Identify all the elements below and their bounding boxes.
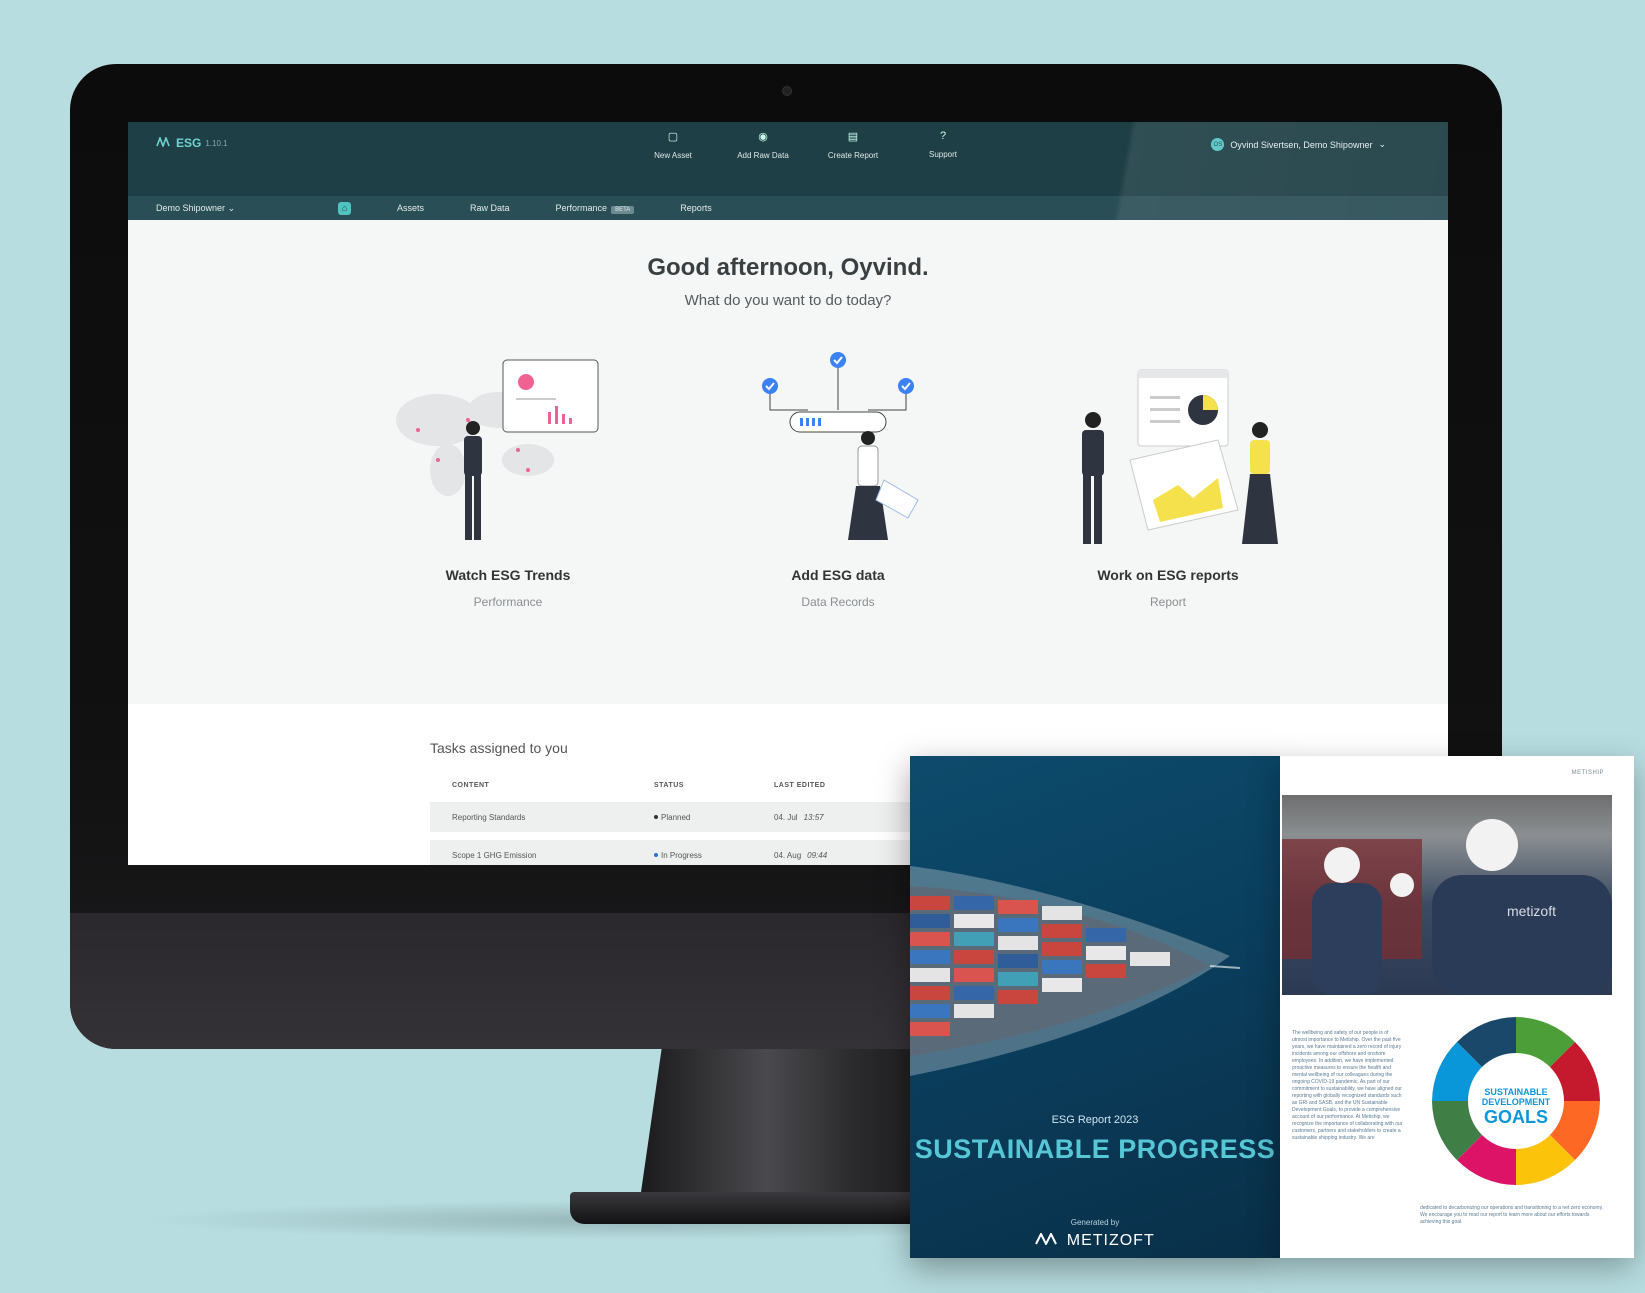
card-subtitle: Performance <box>473 595 543 609</box>
cover-year: ESG Report 2023 <box>1051 1114 1139 1126</box>
tab-reports[interactable]: Reports <box>680 203 712 213</box>
workers-photo: metizoft <box>1282 795 1612 995</box>
trends-illustration <box>396 359 599 540</box>
card-title: Add ESG data <box>791 567 885 583</box>
nav-tabs: ⌂ Assets Raw Data Performance BETA Report… <box>338 201 712 215</box>
card-subtitle: Report <box>1149 595 1187 609</box>
beta-badge: BETA <box>611 206 635 214</box>
home-icon[interactable]: ⌂ <box>338 201 351 215</box>
page-body-text: The wellbeing and safety of our people i… <box>1292 1030 1403 1141</box>
chevron-down-icon: ⌄ <box>227 202 236 213</box>
card-watch-trends[interactable]: Watch ESG Trends Performance <box>358 350 658 609</box>
action-cards: Watch ESG Trends Performance Add ESG dat… <box>358 350 1318 609</box>
add-raw-data-button[interactable]: ◉ Add Raw Data <box>718 130 808 160</box>
uniform-logo: metizoft <box>1506 903 1556 919</box>
page-subtitle: What do you want to do today? <box>684 292 892 309</box>
metizoft-logo-icon <box>1035 1231 1066 1249</box>
row-status: Planned <box>654 813 774 822</box>
greeting: Good afternoon, Oyvind. What do you want… <box>128 254 1448 309</box>
col-content[interactable]: CONTENT <box>430 782 654 789</box>
tab-assets[interactable]: Assets <box>397 203 424 213</box>
brand-logo: METIZOFT <box>910 1231 1280 1250</box>
target-icon: ◉ <box>758 131 768 143</box>
status-text: Planned <box>661 812 691 822</box>
top-bar: ESG 1.10.1 ▢ New Asset ◉ Add Raw Data ▤ … <box>128 122 1448 196</box>
tasks-title: Tasks assigned to you <box>430 740 568 756</box>
time-text: 13:57 <box>803 812 824 822</box>
tab-performance-label: Performance <box>555 203 608 213</box>
cover-title: SUSTAINABLE PROGRESS <box>914 1134 1276 1164</box>
app-screen: ESG 1.10.1 ▢ New Asset ◉ Add Raw Data ▤ … <box>128 122 1448 865</box>
help-icon: ? <box>939 130 947 142</box>
col-status[interactable]: STATUS <box>654 782 774 789</box>
page-header: METISHIP <box>1571 770 1604 776</box>
reports-illustration <box>1082 369 1278 544</box>
support-button[interactable]: ? Support <box>898 130 988 160</box>
page-foot-text: dedicated to decarbonizing our operation… <box>1420 1205 1604 1225</box>
tab-performance[interactable]: Performance BETA <box>555 203 635 214</box>
sdg-line-2: DEVELOPMENT <box>1482 1097 1551 1107</box>
support-label: Support <box>928 150 958 159</box>
nav-bar: Demo Shipowner ⌄ ⌂ Assets Raw Data Perfo… <box>128 196 1448 220</box>
quick-actions: ▢ New Asset ◉ Add Raw Data ▤ Create Repo… <box>628 130 988 160</box>
chevron-down-icon: ⌄ <box>1378 139 1386 149</box>
date-text: 04. Jul <box>774 812 798 822</box>
document-icon: ▤ <box>847 131 859 143</box>
ship-photo <box>910 866 1241 1076</box>
camera-icon <box>782 86 792 96</box>
status-dot <box>654 853 658 858</box>
status-text: In Progress <box>661 850 702 860</box>
new-asset-label: New Asset <box>654 151 692 160</box>
status-dot <box>654 815 658 820</box>
sdg-line-1: SUSTAINABLE <box>1484 1087 1547 1097</box>
metizoft-logo-icon <box>156 135 172 150</box>
create-report-label: Create Report <box>827 151 879 160</box>
version-text: 1.10.1 <box>205 138 228 148</box>
card-work-reports[interactable]: Work on ESG reports Report <box>1018 350 1318 609</box>
avatar: OS <box>1211 138 1225 151</box>
tab-raw-data[interactable]: Raw Data <box>470 203 510 213</box>
row-content: Reporting Standards <box>452 812 526 822</box>
row-content: Scope 1 GHG Emission <box>452 850 537 860</box>
card-title: Watch ESG Trends <box>445 567 571 583</box>
user-name: Oyvind Sivertsen, Demo Shipowner <box>1230 139 1373 150</box>
card-add-data[interactable]: Add ESG data Data Records <box>688 350 988 609</box>
workers-figures <box>1312 819 1612 995</box>
brand-text: METIZOFT <box>1066 1232 1155 1249</box>
user-menu[interactable]: OS Oyvind Sivertsen, Demo Shipowner ⌄ <box>1211 138 1386 151</box>
app-logo[interactable]: ESG 1.10.1 <box>156 135 228 150</box>
row-status: In Progress <box>654 851 774 860</box>
new-asset-button[interactable]: ▢ New Asset <box>628 130 718 160</box>
sdg-wheel: SUSTAINABLE DEVELOPMENT GOALS <box>1432 1017 1600 1185</box>
add-raw-data-label: Add Raw Data <box>737 151 789 160</box>
create-report-button[interactable]: ▤ Create Report <box>808 130 898 160</box>
page-title: Good afternoon, Oyvind. <box>647 254 929 281</box>
date-text: 04. Aug <box>774 850 802 860</box>
company-name: Demo Shipowner <box>156 202 226 213</box>
time-text: 09:44 <box>807 850 828 860</box>
card-subtitle: Data Records <box>801 595 875 609</box>
card-title: Work on ESG reports <box>1097 567 1239 583</box>
report-cover: ESG Report 2023 SUSTAINABLE PROGRESS Gen… <box>910 756 1280 1258</box>
data-illustration <box>762 352 919 540</box>
box-icon: ▢ <box>667 131 679 143</box>
generated-by: Generated by <box>1070 1218 1120 1227</box>
company-selector[interactable]: Demo Shipowner ⌄ <box>156 203 235 214</box>
logo-text: ESG <box>176 136 202 150</box>
sdg-line-3: GOALS <box>1484 1107 1548 1127</box>
